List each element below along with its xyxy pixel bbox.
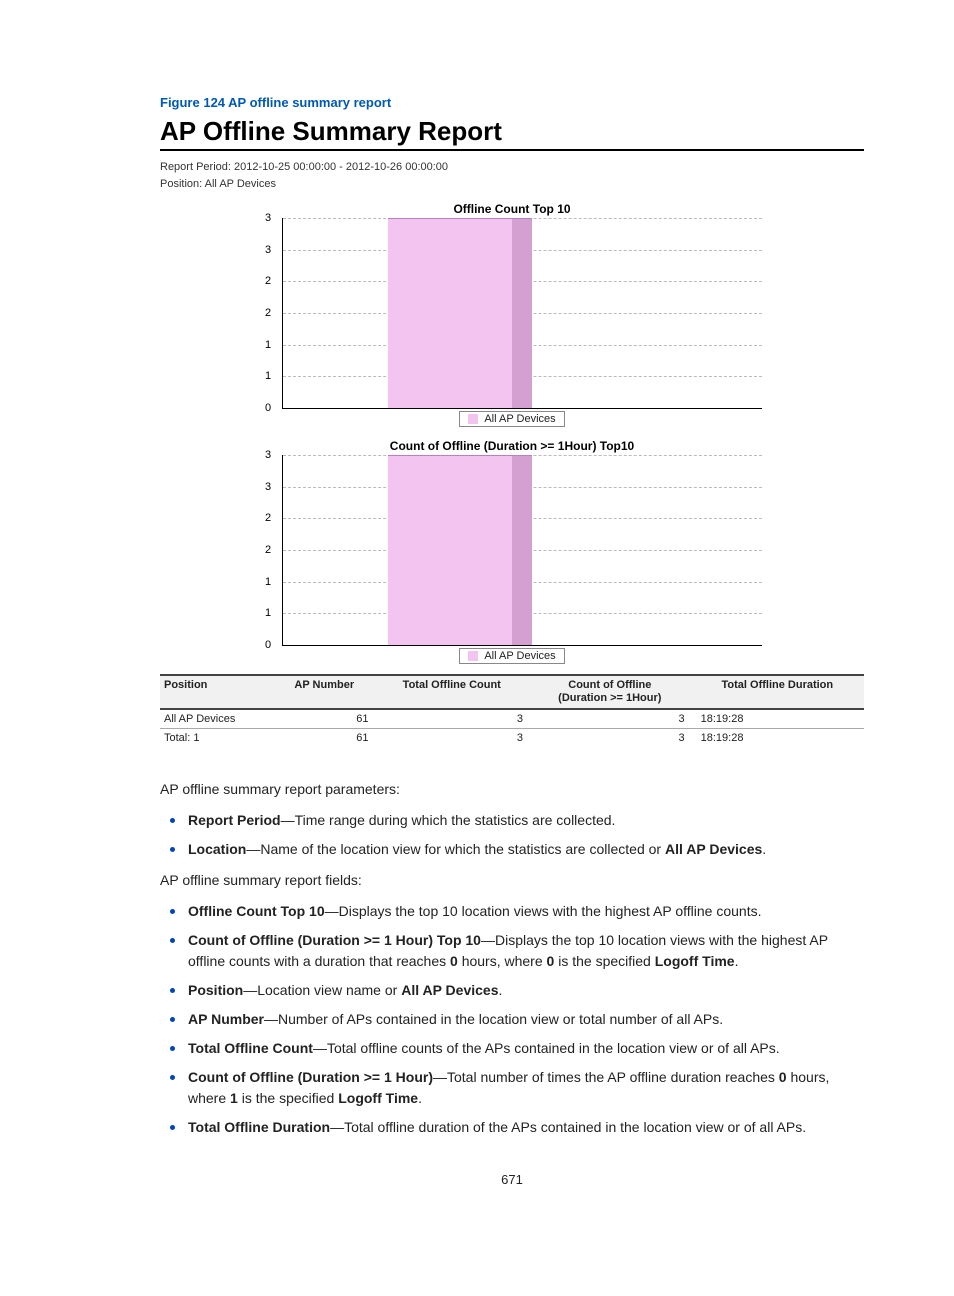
field-b3: Logoff Time bbox=[655, 953, 735, 969]
chart2-legend: All AP Devices bbox=[262, 648, 762, 666]
field-count-offline-1h-top10: Count of Offline (Duration >= 1 Hour) To… bbox=[160, 930, 864, 972]
field-term: Total Offline Count bbox=[188, 1040, 313, 1056]
field-count-offline-1h: Count of Offline (Duration >= 1 Hour)—To… bbox=[160, 1067, 864, 1109]
th-count-offline-1h: Count of Offline (Duration >= 1Hour) bbox=[529, 675, 691, 709]
field-term: Total Offline Duration bbox=[188, 1119, 330, 1135]
summary-table: Position AP Number Total Offline Count C… bbox=[160, 674, 864, 747]
legend-swatch-icon bbox=[468, 651, 478, 661]
y-tick-label: 0 bbox=[265, 639, 271, 651]
param-term: Report Period bbox=[188, 812, 281, 828]
field-total-offline-count: Total Offline Count—Total offline counts… bbox=[160, 1038, 864, 1059]
field-b1: 0 bbox=[779, 1069, 787, 1085]
table-row-total: Total: 1 61 3 3 18:19:28 bbox=[160, 729, 864, 748]
th-count-offline-1h-line1: Count of Offline bbox=[568, 679, 651, 691]
chart-offline-1h-top10: Count of Offline (Duration >= 1Hour) Top… bbox=[262, 439, 762, 666]
figure-caption: Figure 124 AP offline summary report bbox=[160, 95, 864, 110]
th-ap-number: AP Number bbox=[274, 675, 375, 709]
params-intro: AP offline summary report parameters: bbox=[160, 779, 864, 800]
page-number: 671 bbox=[160, 1172, 864, 1187]
report-title: AP Offline Summary Report bbox=[160, 116, 864, 147]
field-term: Offline Count Top 10 bbox=[188, 903, 325, 919]
field-mid2: is the specified bbox=[238, 1090, 338, 1106]
field-position: Position—Location view name or All AP De… bbox=[160, 980, 864, 1001]
chart1-title: Offline Count Top 10 bbox=[262, 202, 762, 216]
y-tick-label: 1 bbox=[265, 339, 271, 351]
cell-total-offline-count: 3 bbox=[375, 729, 529, 748]
legend-swatch-icon bbox=[468, 414, 478, 424]
th-count-offline-1h-line2: (Duration >= 1Hour) bbox=[558, 692, 661, 704]
y-tick-label: 1 bbox=[265, 607, 271, 619]
param-desc: —Time range during which the statistics … bbox=[281, 812, 616, 828]
chart1-plot: 0112233 bbox=[282, 218, 762, 409]
th-total-offline-count: Total Offline Count bbox=[375, 675, 529, 709]
field-desc-after: . bbox=[498, 982, 502, 998]
fields-intro: AP offline summary report fields: bbox=[160, 870, 864, 891]
field-term: Count of Offline (Duration >= 1 Hour) To… bbox=[188, 932, 481, 948]
chart-bar bbox=[388, 455, 532, 645]
field-mid: hours, where bbox=[458, 953, 547, 969]
cell-total-position: Total: 1 bbox=[160, 729, 274, 748]
cell-total-offline-duration: 18:19:28 bbox=[691, 729, 864, 748]
param-desc-after: . bbox=[762, 841, 766, 857]
param-desc-before: —Name of the location view for which the… bbox=[246, 841, 665, 857]
field-term: AP Number bbox=[188, 1011, 264, 1027]
field-after: . bbox=[735, 953, 739, 969]
field-desc: —Displays the top 10 location views with… bbox=[325, 903, 762, 919]
param-term: Location bbox=[188, 841, 246, 857]
cell-total-ap-number: 61 bbox=[274, 729, 375, 748]
field-desc: —Number of APs contained in the location… bbox=[264, 1011, 723, 1027]
field-bold-tail: All AP Devices bbox=[401, 982, 498, 998]
th-total-offline-duration: Total Offline Duration bbox=[691, 675, 864, 709]
chart1-legend: All AP Devices bbox=[262, 411, 762, 429]
field-b1: 0 bbox=[450, 953, 458, 969]
y-tick-label: 2 bbox=[265, 512, 271, 524]
y-tick-label: 3 bbox=[265, 449, 271, 461]
param-location: Location—Name of the location view for w… bbox=[160, 839, 864, 860]
title-rule bbox=[160, 149, 864, 151]
y-tick-label: 2 bbox=[265, 275, 271, 287]
table-row: All AP Devices 61 3 3 18:19:28 bbox=[160, 709, 864, 729]
y-tick-label: 2 bbox=[265, 544, 271, 556]
cell-total-count-offline-1h: 3 bbox=[529, 729, 691, 748]
field-desc-before: —Location view name or bbox=[243, 982, 401, 998]
field-desc-before: —Total number of times the AP offline du… bbox=[433, 1069, 779, 1085]
cell-total-offline-count: 3 bbox=[375, 709, 529, 729]
y-tick-label: 1 bbox=[265, 576, 271, 588]
chart1-legend-label: All AP Devices bbox=[484, 413, 555, 425]
cell-position: All AP Devices bbox=[160, 709, 274, 729]
th-position: Position bbox=[160, 675, 274, 709]
field-total-offline-duration: Total Offline Duration—Total offline dur… bbox=[160, 1117, 864, 1138]
y-tick-label: 0 bbox=[265, 402, 271, 414]
cell-total-offline-duration: 18:19:28 bbox=[691, 709, 864, 729]
field-b3: Logoff Time bbox=[338, 1090, 418, 1106]
chart2-legend-label: All AP Devices bbox=[484, 650, 555, 662]
field-desc: —Total offline counts of the APs contain… bbox=[313, 1040, 780, 1056]
y-tick-label: 3 bbox=[265, 212, 271, 224]
chart-offline-count-top10: Offline Count Top 10 0112233 All AP Devi… bbox=[262, 202, 762, 429]
y-tick-label: 1 bbox=[265, 370, 271, 382]
field-b2: 1 bbox=[230, 1090, 238, 1106]
field-term: Position bbox=[188, 982, 243, 998]
y-tick-label: 3 bbox=[265, 244, 271, 256]
field-desc: —Total offline duration of the APs conta… bbox=[330, 1119, 806, 1135]
field-term: Count of Offline (Duration >= 1 Hour) bbox=[188, 1069, 433, 1085]
field-after: . bbox=[418, 1090, 422, 1106]
chart2-plot: 0112233 bbox=[282, 455, 762, 646]
param-bold-tail: All AP Devices bbox=[665, 841, 762, 857]
y-tick-label: 2 bbox=[265, 307, 271, 319]
y-tick-label: 3 bbox=[265, 481, 271, 493]
report-position: Position: All AP Devices bbox=[160, 176, 864, 193]
report-period: Report Period: 2012-10-25 00:00:00 - 201… bbox=[160, 159, 864, 176]
chart2-title: Count of Offline (Duration >= 1Hour) Top… bbox=[262, 439, 762, 453]
field-offline-count-top10: Offline Count Top 10—Displays the top 10… bbox=[160, 901, 864, 922]
field-mid2: is the specified bbox=[554, 953, 654, 969]
field-ap-number: AP Number—Number of APs contained in the… bbox=[160, 1009, 864, 1030]
cell-count-offline-1h: 3 bbox=[529, 709, 691, 729]
cell-ap-number: 61 bbox=[274, 709, 375, 729]
param-report-period: Report Period—Time range during which th… bbox=[160, 810, 864, 831]
chart-bar bbox=[388, 218, 532, 408]
